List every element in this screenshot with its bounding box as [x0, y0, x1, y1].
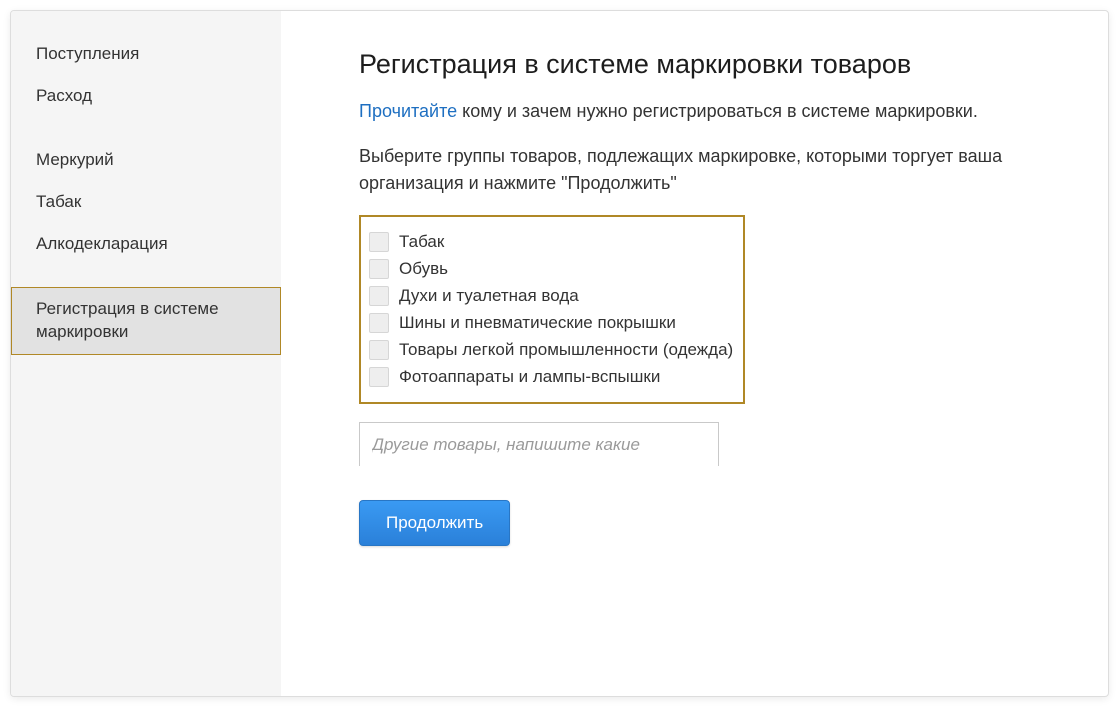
- checkbox-row-perfume[interactable]: Духи и туалетная вода: [369, 286, 733, 306]
- sidebar-item-tobacco[interactable]: Табак: [11, 181, 281, 223]
- main-content: Регистрация в системе маркировки товаров…: [281, 11, 1108, 696]
- checkbox-row-shoes[interactable]: Обувь: [369, 259, 733, 279]
- sidebar-group-1: Поступления Расход: [11, 33, 281, 117]
- intro-text-rest: кому и зачем нужно регистрироваться в си…: [457, 101, 978, 121]
- checkbox-row-tires[interactable]: Шины и пневматические покрышки: [369, 313, 733, 333]
- checkbox-group: Табак Обувь Духи и туалетная вода Шины и…: [359, 215, 745, 404]
- checkbox-row-clothing[interactable]: Товары легкой промышленности (одежда): [369, 340, 733, 360]
- checkbox-label: Обувь: [399, 259, 448, 279]
- sidebar-item-alcodeclaration[interactable]: Алкодекларация: [11, 223, 281, 265]
- checkbox-box[interactable]: [369, 367, 389, 387]
- sidebar-item-marking-registration[interactable]: Регистрация в системе маркировки: [11, 287, 281, 355]
- sidebar: Поступления Расход Меркурий Табак Алкоде…: [11, 11, 281, 696]
- checkbox-row-tobacco[interactable]: Табак: [369, 232, 733, 252]
- checkbox-label: Табак: [399, 232, 444, 252]
- page-title: Регистрация в системе маркировки товаров: [359, 49, 1048, 80]
- checkbox-box[interactable]: [369, 313, 389, 333]
- other-goods-input[interactable]: [359, 422, 719, 466]
- continue-button[interactable]: Продолжить: [359, 500, 510, 546]
- read-more-link[interactable]: Прочитайте: [359, 101, 457, 121]
- sidebar-group-2: Меркурий Табак Алкодекларация: [11, 139, 281, 265]
- instruction-paragraph: Выберите группы товаров, подлежащих марк…: [359, 143, 1048, 197]
- checkbox-box[interactable]: [369, 286, 389, 306]
- checkbox-label: Фотоаппараты и лампы-вспышки: [399, 367, 660, 387]
- intro-paragraph: Прочитайте кому и зачем нужно регистриро…: [359, 98, 1048, 125]
- sidebar-item-outgoing[interactable]: Расход: [11, 75, 281, 117]
- sidebar-item-mercury[interactable]: Меркурий: [11, 139, 281, 181]
- sidebar-item-incoming[interactable]: Поступления: [11, 33, 281, 75]
- checkbox-box[interactable]: [369, 232, 389, 252]
- checkbox-box[interactable]: [369, 340, 389, 360]
- checkbox-label: Шины и пневматические покрышки: [399, 313, 676, 333]
- checkbox-label: Товары легкой промышленности (одежда): [399, 340, 733, 360]
- checkbox-row-cameras[interactable]: Фотоаппараты и лампы-вспышки: [369, 367, 733, 387]
- checkbox-label: Духи и туалетная вода: [399, 286, 579, 306]
- app-window: Поступления Расход Меркурий Табак Алкоде…: [10, 10, 1109, 697]
- checkbox-box[interactable]: [369, 259, 389, 279]
